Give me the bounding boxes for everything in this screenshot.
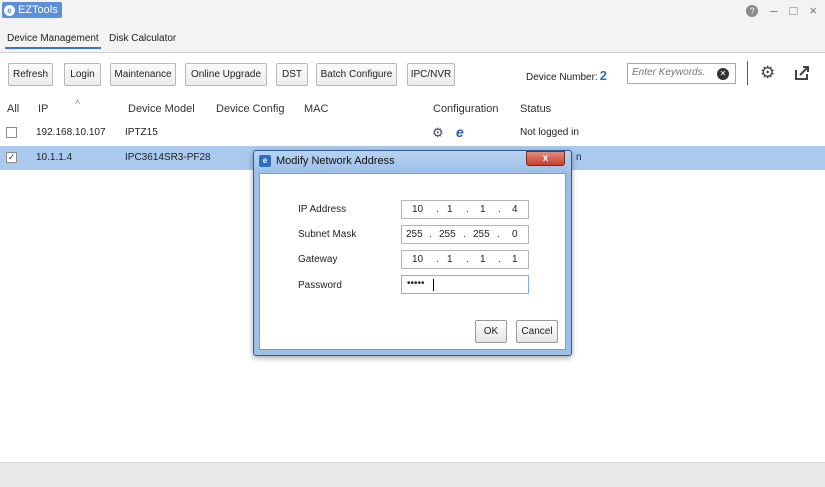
app-title: EZTools (18, 4, 58, 16)
online-upgrade-button[interactable]: Online Upgrade (185, 63, 267, 86)
search-box[interactable]: ✕ (627, 63, 736, 84)
column-ip[interactable]: IP (38, 103, 48, 115)
column-device-config[interactable]: Device Config (216, 103, 284, 115)
ip-octet: 1 (447, 204, 453, 215)
ip-octet: 10 (412, 254, 424, 265)
row-status: n (576, 152, 582, 163)
web-browser-icon[interactable]: e (456, 124, 464, 140)
row-checkbox[interactable] (6, 127, 17, 138)
subnet-mask-label: Subnet Mask (298, 229, 357, 240)
close-button[interactable]: × (809, 3, 817, 18)
config-gear-icon[interactable]: ⚙ (432, 125, 444, 141)
column-configuration[interactable]: Configuration (433, 103, 498, 115)
octet-separator: . (466, 204, 469, 215)
title-bar: e EZTools ? – □ × (0, 0, 825, 27)
octet-separator: . (498, 254, 501, 265)
ip-octet: 1 (512, 254, 518, 265)
ipc-nvr-button[interactable]: IPC/NVR (407, 63, 455, 86)
octet-separator: . (497, 229, 500, 240)
ip-octet: 10 (412, 204, 424, 215)
octet-separator: . (466, 254, 469, 265)
ip-octet: 255 (473, 229, 490, 240)
table-header: All IP Device Model Device Config MAC Co… (0, 97, 825, 121)
tab-bar: Device Management Disk Calculator (0, 27, 825, 53)
export-icon[interactable] (793, 64, 811, 86)
toolbar-divider (747, 61, 748, 85)
maintenance-button[interactable]: Maintenance (110, 63, 176, 86)
octet-separator: . (429, 229, 432, 240)
row-model: IPC3614SR3-PF28 (125, 152, 211, 163)
column-all[interactable]: All (7, 103, 19, 115)
column-mac[interactable]: MAC (304, 103, 328, 115)
cancel-button[interactable]: Cancel (516, 320, 558, 343)
ip-octet: 1 (480, 254, 486, 265)
column-device-model[interactable]: Device Model (128, 103, 195, 115)
refresh-button[interactable]: Refresh (8, 63, 53, 86)
ip-octet: 4 (512, 204, 518, 215)
login-button[interactable]: Login (64, 63, 101, 86)
toolbar: Refresh Login Maintenance Online Upgrade… (0, 53, 825, 95)
subnet-mask-field[interactable]: 255 . 255 . 255 . 0 (401, 225, 529, 244)
status-bar (0, 462, 825, 487)
app-logo-icon: e (4, 4, 15, 16)
gateway-field[interactable]: 10 . 1 . 1 . 1 (401, 250, 529, 269)
table-row[interactable]: 192.168.10.107 IPTZ15 ⚙ e Not logged in (0, 121, 825, 145)
ip-octet: 0 (512, 229, 518, 240)
ip-octet: 255 (439, 229, 456, 240)
password-value: ••••• (407, 278, 425, 289)
app-title-badge: e EZTools (2, 2, 62, 18)
dialog-title: Modify Network Address (276, 155, 395, 167)
maximize-button[interactable]: □ (790, 3, 798, 18)
dialog-app-icon: e (259, 155, 271, 167)
ok-button[interactable]: OK (475, 320, 507, 343)
row-status: Not logged in (520, 127, 579, 138)
window-controls: ? – □ × (746, 3, 817, 18)
gear-icon[interactable]: ⚙ (760, 64, 775, 82)
ip-octet: 1 (447, 254, 453, 265)
octet-separator: . (436, 254, 439, 265)
clear-search-icon[interactable]: ✕ (717, 68, 729, 80)
row-ip: 10.1.1.4 (36, 152, 73, 163)
password-label: Password (298, 280, 342, 291)
tab-device-management[interactable]: Device Management (5, 33, 101, 49)
gateway-label: Gateway (298, 254, 338, 265)
help-icon[interactable]: ? (746, 5, 759, 17)
ip-octet: 255 (406, 229, 423, 240)
ip-address-field[interactable]: 10 . 1 . 1 . 4 (401, 200, 529, 219)
dst-button[interactable]: DST (276, 63, 308, 86)
row-checkbox[interactable]: ✓ (6, 152, 17, 163)
batch-configure-button[interactable]: Batch Configure (316, 63, 397, 86)
row-model: IPTZ15 (125, 127, 158, 138)
tab-disk-calculator[interactable]: Disk Calculator (107, 33, 178, 44)
minimize-button[interactable]: – (770, 3, 777, 18)
octet-separator: . (463, 229, 466, 240)
device-number-label: Device Number: (526, 72, 598, 83)
column-status[interactable]: Status (520, 103, 551, 115)
search-input[interactable] (632, 67, 712, 78)
modify-network-address-dialog: e Modify Network Address x IP Address 10… (253, 150, 572, 356)
octet-separator: . (436, 204, 439, 215)
ip-octet: 1 (480, 204, 486, 215)
password-field[interactable]: ••••• (401, 275, 529, 294)
dialog-close-button[interactable]: x (526, 151, 565, 166)
text-caret (433, 279, 434, 291)
ip-address-label: IP Address (298, 204, 347, 215)
octet-separator: . (498, 204, 501, 215)
device-number-value: 2 (599, 68, 607, 83)
dialog-body: IP Address 10 . 1 . 1 . 4 Subnet Mask 25… (259, 173, 566, 350)
device-number: Device Number: 2 (526, 68, 607, 83)
sort-indicator-icon: ˄ (75, 97, 81, 107)
row-ip: 192.168.10.107 (36, 127, 106, 138)
